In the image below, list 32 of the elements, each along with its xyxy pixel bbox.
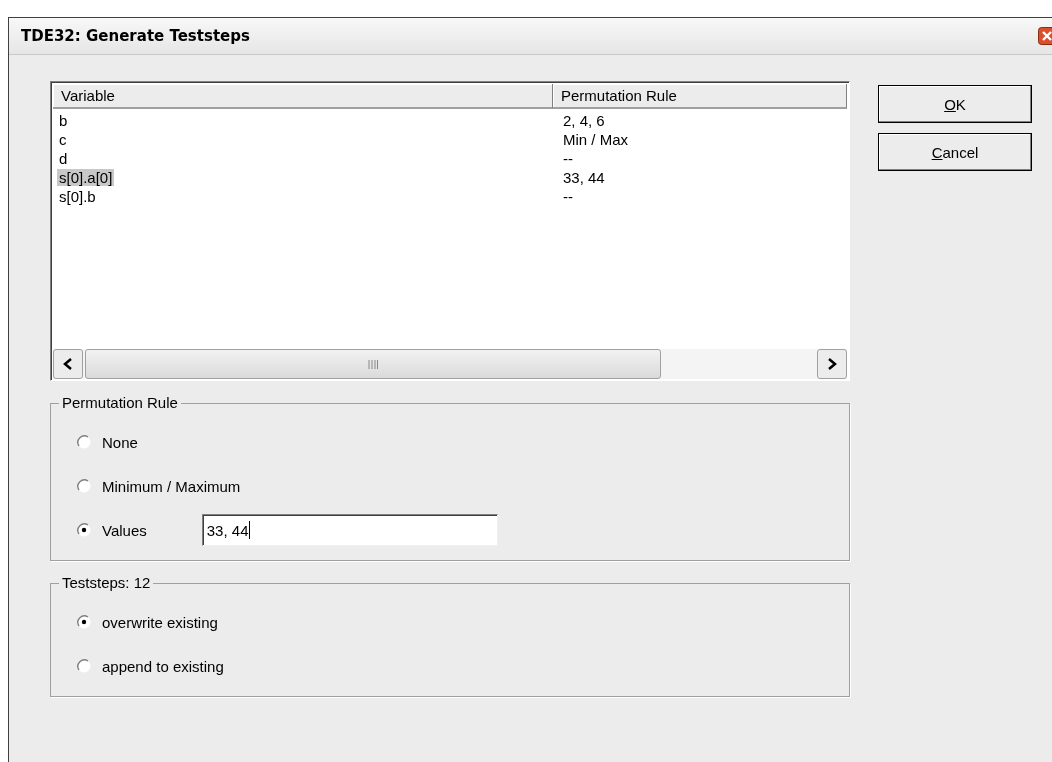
group-title: Permutation Rule <box>59 394 181 411</box>
values-field[interactable]: 33, 44 <box>201 514 498 546</box>
radio-button[interactable] <box>77 435 91 449</box>
list-item[interactable]: d <box>57 150 70 167</box>
radio-option[interactable]: Minimum / Maximum <box>77 477 241 495</box>
radio-option[interactable]: Values <box>77 521 147 539</box>
column-header[interactable]: Permutation Rule <box>553 84 847 109</box>
list-item[interactable]: s[0].b <box>57 188 98 205</box>
radio-button[interactable] <box>77 615 91 629</box>
radio-option[interactable]: append to existing <box>77 657 224 675</box>
radio-button[interactable] <box>77 659 91 673</box>
radio-option[interactable]: overwrite existing <box>77 613 218 631</box>
scroll-right-button[interactable] <box>817 349 847 379</box>
column-header[interactable]: Variable <box>53 84 553 109</box>
list-item[interactable]: c <box>57 131 69 148</box>
scroll-left-button[interactable] <box>53 349 83 379</box>
close-icon[interactable] <box>1038 27 1052 45</box>
radio-button[interactable] <box>77 479 91 493</box>
scrollbar-thumb[interactable] <box>85 349 661 379</box>
list-subitem[interactable]: Min / Max <box>563 131 628 148</box>
list-subitem[interactable]: 33, 44 <box>563 169 605 186</box>
radio-option[interactable]: None <box>77 433 138 451</box>
list-subitem[interactable]: -- <box>563 150 573 167</box>
cancel-button[interactable]: Cancel <box>878 133 1032 171</box>
window-title: TDE32: Generate Teststeps <box>21 27 250 45</box>
list-subitem[interactable]: 2, 4, 6 <box>563 112 605 129</box>
grip-icon <box>368 359 378 369</box>
list-subitem[interactable]: -- <box>563 188 573 205</box>
list-item[interactable]: b <box>57 112 70 129</box>
radio-button[interactable] <box>77 523 91 537</box>
list-item[interactable]: s[0].a[0] <box>57 169 115 186</box>
ok-button[interactable]: OK <box>878 85 1032 123</box>
